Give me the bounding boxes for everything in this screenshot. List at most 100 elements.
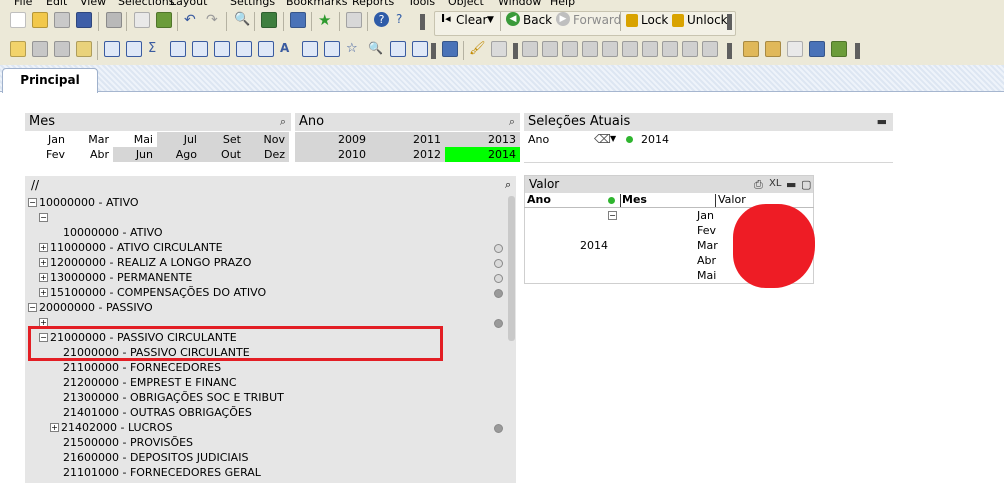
table-viewer-icon[interactable] — [809, 41, 825, 57]
open-folder-icon[interactable] — [32, 12, 48, 28]
layout-grid-icon[interactable] — [491, 41, 507, 57]
mes-item-mar[interactable]: Mar — [69, 132, 113, 147]
tree-item[interactable]: 21200000 - EMPREST E FINANC — [63, 375, 237, 390]
clear-icon[interactable]: I◂ — [441, 12, 457, 28]
menu-item-settings[interactable]: Settings — [230, 0, 275, 8]
clear-button[interactable]: Clear — [456, 13, 487, 27]
menu-item-object[interactable]: Object — [448, 0, 484, 8]
tree-item[interactable]: 21500000 - PROVISÕES — [63, 435, 193, 450]
space-horizontal-icon[interactable] — [642, 41, 658, 57]
bookmark-star-icon[interactable]: ★ — [318, 12, 334, 28]
distribute-vertical-icon[interactable] — [702, 41, 718, 57]
sheet-properties-toolbar-icon[interactable] — [765, 41, 781, 57]
mes-item-dez[interactable]: Dez — [245, 147, 289, 162]
mes-item-jul[interactable]: Jul — [157, 132, 201, 147]
edit-script-icon[interactable] — [134, 12, 150, 28]
mes-item-nov[interactable]: Nov — [245, 132, 289, 147]
reload-icon[interactable] — [54, 12, 70, 28]
align-top-icon[interactable] — [582, 41, 598, 57]
context-help-icon[interactable]: ? — [396, 12, 412, 28]
expand-icon[interactable]: + — [39, 258, 48, 267]
table-box-icon[interactable] — [170, 41, 186, 57]
search-icon[interactable]: ⌕ — [280, 115, 286, 129]
custom-object-icon[interactable] — [412, 41, 428, 57]
search-icon[interactable]: ⌕ — [505, 178, 511, 192]
ano-item-2014[interactable]: 2014 — [445, 147, 520, 162]
tab-principal[interactable]: Principal — [2, 68, 98, 93]
unlock-icon[interactable] — [672, 14, 684, 27]
tree-item[interactable]: 20000000 - PASSIVO — [39, 300, 153, 315]
print-icon[interactable] — [106, 12, 122, 28]
menu-item-reports[interactable]: Reports — [352, 0, 394, 8]
mes-item-abr[interactable]: Abr — [69, 147, 113, 162]
mes-item-set[interactable]: Set — [201, 132, 245, 147]
sheet-objects-icon[interactable] — [76, 41, 92, 57]
bookmark-object-icon[interactable]: ☆ — [346, 41, 362, 57]
ano-item-2013[interactable]: 2013 — [445, 132, 520, 147]
chart-icon[interactable] — [192, 41, 208, 57]
menu-item-help[interactable]: Help — [550, 0, 575, 8]
ano-item-2011[interactable]: 2011 — [370, 132, 445, 147]
eraser-icon[interactable]: ⌫ — [594, 132, 611, 146]
expand-icon[interactable]: + — [39, 273, 48, 282]
mes-item-ago[interactable]: Ago — [157, 147, 201, 162]
mes-item-mai[interactable]: Mai — [113, 132, 157, 147]
document-properties-icon[interactable] — [743, 41, 759, 57]
text-object-icon[interactable]: A — [280, 41, 296, 57]
slider-icon[interactable] — [324, 41, 340, 57]
container-icon[interactable] — [390, 41, 406, 57]
align-middle-icon[interactable] — [602, 41, 618, 57]
tree-item[interactable]: 21100000 - FORNECEDORES — [63, 360, 221, 375]
search-object-icon[interactable]: 🔍 — [368, 41, 384, 57]
distribute-horizontal-icon[interactable] — [682, 41, 698, 57]
tree-item[interactable]: 21600000 - DEPOSITOS JUDICIAIS — [63, 450, 248, 465]
pivot-header-valor[interactable]: Valor — [718, 193, 746, 207]
save-icon[interactable] — [76, 12, 92, 28]
align-bottom-icon[interactable] — [622, 41, 638, 57]
excel-export-icon[interactable]: XL — [769, 178, 781, 189]
align-right-icon[interactable] — [562, 41, 578, 57]
tree-item[interactable]: 12000000 - REALIZ A LONGO PRAZO — [50, 255, 251, 270]
reload-data-icon[interactable] — [156, 12, 172, 28]
expand-icon[interactable]: + — [39, 288, 48, 297]
server-icon[interactable] — [831, 41, 847, 57]
menu-item-tools[interactable]: Tools — [408, 0, 435, 8]
sheet-properties-icon[interactable] — [32, 41, 48, 57]
search-icon[interactable]: ⌕ — [509, 115, 515, 129]
selections-icon[interactable] — [261, 12, 277, 28]
back-button[interactable]: Back — [523, 13, 552, 27]
expand-icon[interactable]: + — [50, 423, 59, 432]
menu-item-layout[interactable]: Layout — [170, 0, 207, 8]
lock-icon[interactable] — [626, 14, 638, 27]
ano-item-2012[interactable]: 2012 — [370, 147, 445, 162]
unlock-button[interactable]: Unlock — [687, 13, 728, 27]
tree-item[interactable]: 21300000 - OBRIGAÇÕES SOC E TRIBUT — [63, 390, 284, 405]
new-sheet-icon[interactable] — [10, 41, 26, 57]
lock-button[interactable]: Lock — [641, 13, 668, 27]
menu-item-window[interactable]: Window — [498, 0, 541, 8]
minimize-icon[interactable]: ▬ — [786, 178, 796, 191]
dropdown-arrow-icon[interactable]: ▼ — [610, 134, 616, 143]
tree-item[interactable]: 10000000 - ATIVO — [63, 225, 163, 240]
line-arrow-icon[interactable] — [302, 41, 318, 57]
print-icon[interactable]: ⎙ — [754, 178, 763, 192]
pivot-header-ano[interactable]: Ano — [527, 193, 551, 207]
current-selections-icon[interactable] — [236, 41, 252, 57]
search-icon[interactable]: 🔍 — [234, 12, 250, 28]
menu-item-edit[interactable]: Edit — [46, 0, 67, 8]
object-properties-icon[interactable] — [787, 41, 803, 57]
maximize-icon[interactable]: ▢ — [801, 178, 811, 191]
input-box-icon[interactable] — [214, 41, 230, 57]
align-left-icon[interactable] — [522, 41, 538, 57]
new-document-icon[interactable] — [10, 12, 26, 28]
help-icon[interactable]: ? — [374, 12, 389, 27]
align-center-icon[interactable] — [542, 41, 558, 57]
edit-expression-icon[interactable] — [442, 41, 458, 57]
tree-item[interactable]: 21101000 - FORNECEDORES GERAL — [63, 465, 261, 480]
menu-item-file[interactable]: File — [14, 0, 32, 8]
list-box-icon[interactable] — [104, 41, 120, 57]
forward-arrow-icon[interactable]: ▶ — [556, 12, 570, 26]
menu-item-selections[interactable]: Selections — [118, 0, 174, 8]
collapse-icon[interactable]: − — [28, 303, 37, 312]
menu-item-view[interactable]: View — [80, 0, 106, 8]
